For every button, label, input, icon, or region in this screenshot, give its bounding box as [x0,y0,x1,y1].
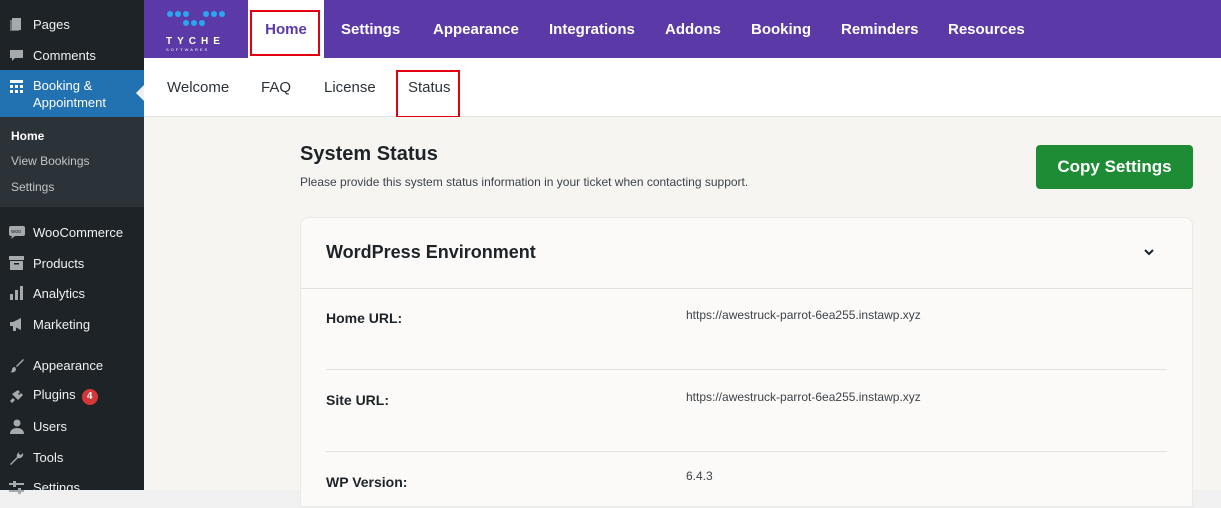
menu-tools-label: Tools [33,449,64,465]
menu-plugins-label: Plugins 4 [33,387,98,405]
booking-submenu: Home View Bookings Settings [0,117,144,207]
chevron-down-icon[interactable] [1142,245,1156,259]
menu-appearance-label: Appearance [33,357,104,373]
menu-analytics[interactable]: Analytics [0,278,144,308]
top-nav-reminders[interactable]: Reminders [841,0,919,58]
comments-icon [8,47,25,64]
menu-settings-label: Settings [33,479,80,495]
bar-chart-icon [8,285,25,302]
info-row: Home URL: https://awestruck-parrot-6ea25… [326,288,1167,370]
archive-icon [8,255,25,272]
pages-icon [8,16,25,33]
plugins-update-badge: 4 [81,389,98,405]
logo-dots-icon [167,11,225,26]
logo-text: TYCHE [166,36,225,47]
paintbrush-icon [8,357,25,374]
plug-icon [8,388,25,405]
sub-nav-welcome[interactable]: Welcome [167,58,229,116]
top-nav-settings[interactable]: Settings [341,0,400,58]
row-label-home-url: Home URL: [326,310,403,326]
menu-products-label: Products [33,255,85,271]
top-nav-addons[interactable]: Addons [665,0,721,58]
menu-pages-label: Pages [33,16,70,32]
wordpress-environment-panel: WordPress Environment Home URL: https://… [300,217,1193,507]
user-icon [8,418,25,435]
submenu-home[interactable]: Home [11,129,44,143]
wrench-icon [8,449,25,466]
top-nav-appearance[interactable]: Appearance [433,0,519,58]
submenu-view-bookings[interactable]: View Bookings [11,154,90,168]
copy-settings-button[interactable]: Copy Settings [1036,145,1193,189]
tyche-logo[interactable]: TYCHE SOFTWARES [166,10,236,52]
page-description: Please provide this system status inform… [300,175,749,189]
menu-products[interactable]: Products [0,248,144,278]
page-title: System Status [300,143,438,165]
menu-marketing[interactable]: Marketing [0,309,144,339]
active-menu-caret [136,85,144,101]
woocommerce-icon: woo [8,224,25,241]
menu-users-label: Users [33,418,67,434]
sub-navigation: Welcome FAQ License Status [144,58,1221,117]
row-label-wp-version: WP Version: [326,474,408,490]
sub-nav-faq[interactable]: FAQ [261,58,291,116]
megaphone-icon [8,316,25,333]
sub-nav-license[interactable]: License [324,58,376,116]
top-nav-resources[interactable]: Resources [948,0,1025,58]
top-nav-home[interactable]: Home [248,0,324,58]
menu-booking-appointment[interactable]: Booking & Appointment [0,70,144,117]
calendar-grid-icon [8,78,25,95]
row-value-site-url: https://awestruck-parrot-6ea255.instawp.… [686,390,921,404]
wp-admin-sidebar: Pages Comments Booking & Appointment Hom… [0,0,144,495]
submenu-settings[interactable]: Settings [11,180,54,194]
menu-analytics-label: Analytics [33,285,86,301]
menu-appearance[interactable]: Appearance [0,350,144,380]
menu-woocommerce[interactable]: woo WooCommerce [0,217,144,247]
sub-nav-status[interactable]: Status [408,58,451,116]
row-label-site-url: Site URL: [326,392,389,408]
top-nav-booking[interactable]: Booking [751,0,811,58]
info-row: Site URL: https://awestruck-parrot-6ea25… [326,370,1167,452]
sliders-icon [8,479,25,496]
main-content: System Status Please provide this system… [144,117,1221,507]
menu-tools[interactable]: Tools [0,442,144,472]
info-row: WP Version: 6.4.3 [326,452,1167,508]
row-value-home-url: https://awestruck-parrot-6ea255.instawp.… [686,308,921,322]
menu-woocommerce-label: WooCommerce [33,224,124,240]
menu-marketing-label: Marketing [33,316,91,332]
row-value-wp-version: 6.4.3 [686,469,713,483]
panel-title: WordPress Environment [326,242,536,262]
menu-booking-label: Booking & Appointment [33,78,106,110]
menu-plugins[interactable]: Plugins 4 [0,381,144,411]
menu-comments[interactable]: Comments [0,40,144,70]
menu-settings[interactable]: Settings [0,472,144,502]
menu-pages[interactable]: Pages [0,9,144,39]
menu-users[interactable]: Users [0,411,144,441]
logo-subtext: SOFTWARES [166,47,210,52]
top-nav-integrations[interactable]: Integrations [549,0,635,58]
svg-text:woo: woo [11,229,21,235]
plugin-header: TYCHE SOFTWARES Home Settings Appearance… [144,0,1221,58]
menu-comments-label: Comments [33,47,96,63]
panel-header[interactable]: WordPress Environment [301,218,1192,289]
plugins-label-text: Plugins [33,387,76,402]
